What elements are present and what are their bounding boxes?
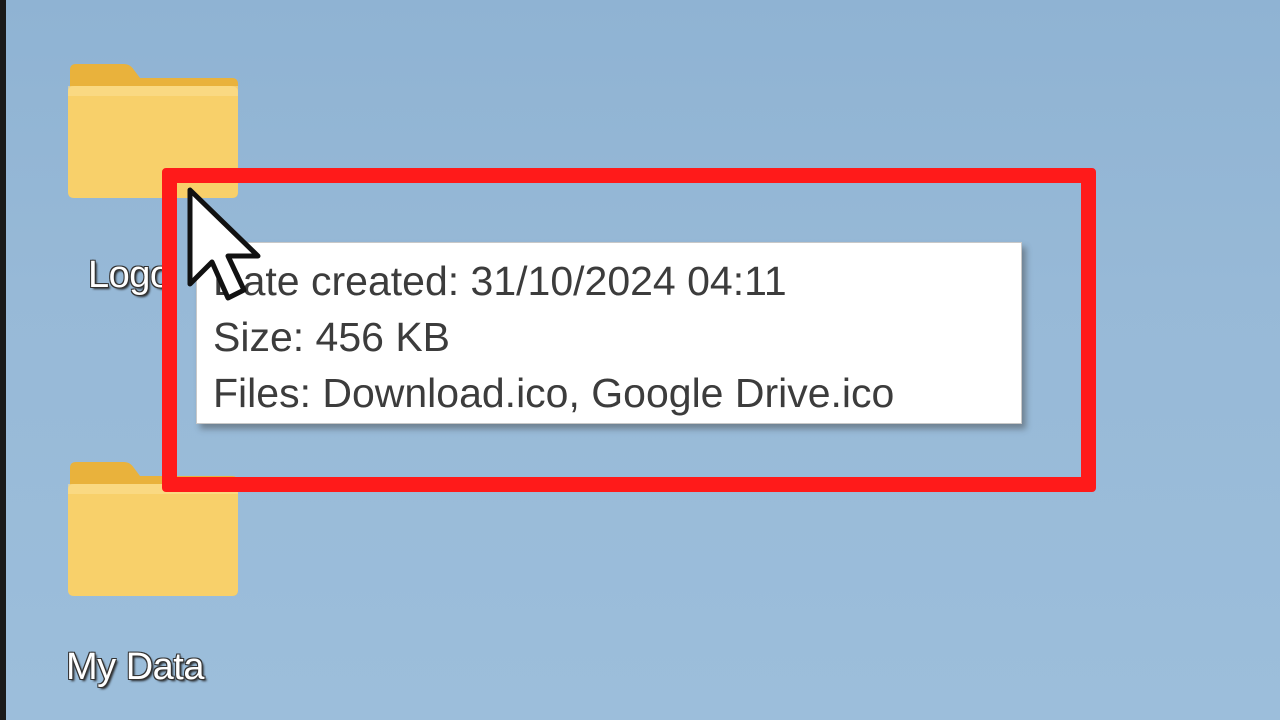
screen-left-edge — [0, 0, 6, 720]
mouse-pointer-icon — [186, 186, 266, 311]
highlight-annotation-box — [162, 168, 1096, 492]
desktop-icon-label: Logo — [88, 254, 171, 296]
desktop-icon-label: My Data — [66, 646, 204, 688]
